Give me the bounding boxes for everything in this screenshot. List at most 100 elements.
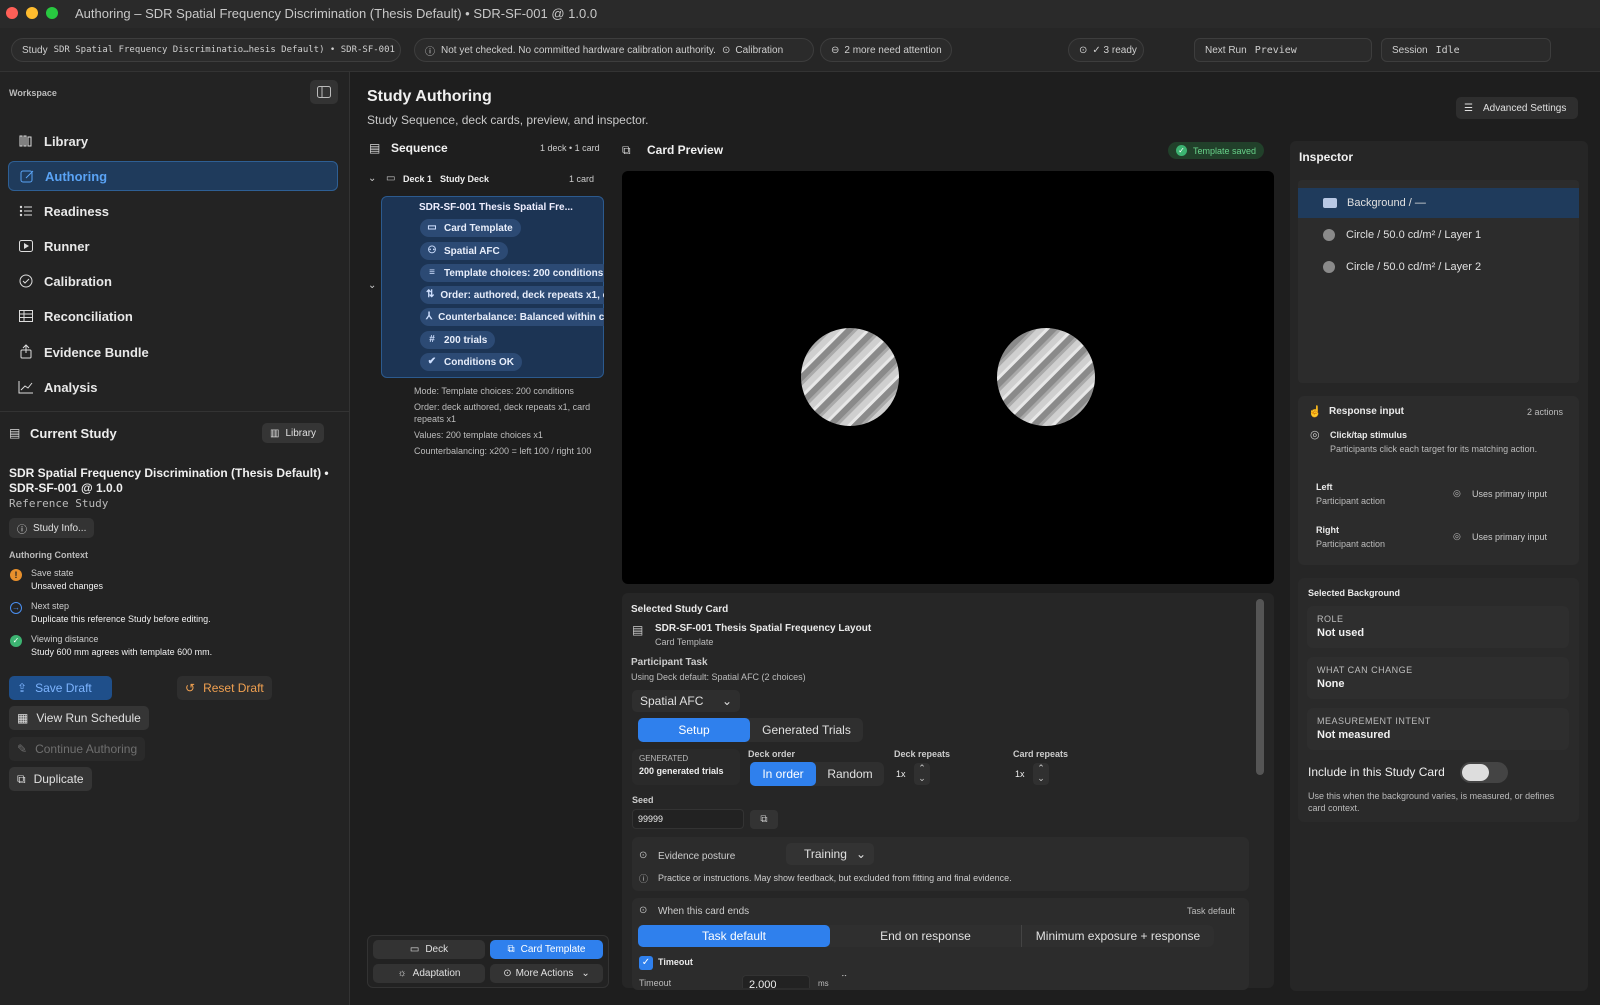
study-selector[interactable]: Study SDR Spatial Frequency Discriminati… bbox=[11, 38, 401, 62]
ready-badge[interactable]: ⊙ ✓ 3 ready bbox=[1068, 38, 1144, 62]
action-left-input[interactable]: Uses primary input bbox=[1472, 489, 1547, 499]
card-preview-title: Card Preview bbox=[647, 143, 724, 157]
study-card-item[interactable] bbox=[381, 196, 604, 378]
nav-runner[interactable]: Runner bbox=[8, 231, 338, 261]
nav-calibration[interactable]: Calibration bbox=[8, 266, 338, 296]
deck-name[interactable]: Study Deck bbox=[440, 174, 489, 184]
role-field[interactable]: ROLE Not used bbox=[1307, 606, 1569, 648]
evidence-posture-label: Evidence posture bbox=[658, 851, 736, 862]
copy-seed-button[interactable]: ⧉ bbox=[750, 810, 778, 829]
nav-library[interactable]: Library bbox=[8, 126, 338, 156]
timeout-input[interactable]: 2,000 bbox=[742, 975, 810, 988]
ellipsis-icon: ⊙ bbox=[503, 968, 512, 979]
card-template-button[interactable]: ⧉ Card Template bbox=[490, 940, 603, 959]
circle-icon bbox=[1323, 261, 1335, 273]
selected-card-kind: Card Template bbox=[655, 637, 714, 647]
session-field[interactable]: Session Idle bbox=[1381, 38, 1551, 62]
card-repeats-stepper[interactable]: ⌃ ⌄ bbox=[1033, 763, 1049, 785]
calibration-status[interactable]: ⓘ Not yet checked. No committed hardware… bbox=[414, 38, 814, 62]
end-task-default[interactable]: Task default bbox=[638, 925, 830, 947]
nav-reconciliation-label: Reconciliation bbox=[44, 308, 133, 324]
more-actions-button[interactable]: ⊙ More Actions ⌄ bbox=[490, 964, 603, 983]
nav-reconciliation[interactable]: Reconciliation bbox=[8, 301, 338, 331]
layer-label: Circle / 50.0 cd/m² / Layer 1 bbox=[1346, 229, 1482, 241]
measurement-intent-field[interactable]: MEASUREMENT INTENT Not measured bbox=[1307, 708, 1569, 750]
nav-evidence-bundle[interactable]: Evidence Bundle bbox=[8, 337, 338, 367]
include-note: Use this when the background varies, is … bbox=[1308, 791, 1555, 813]
close-window-button[interactable] bbox=[6, 7, 18, 19]
deck-button[interactable]: ▭ Deck bbox=[373, 940, 485, 959]
what-can-change-field[interactable]: WHAT CAN CHANGE None bbox=[1307, 657, 1569, 699]
chevron-down-icon[interactable]: ⌄ bbox=[368, 173, 376, 184]
task-select[interactable]: Spatial AFC ⌄ bbox=[632, 690, 740, 712]
selected-card-section-title: Selected Study Card bbox=[631, 604, 729, 615]
duplicate-button[interactable]: ⧉ Duplicate bbox=[9, 767, 92, 791]
chevron-down-icon[interactable]: ⌄ bbox=[368, 280, 376, 291]
layer-circle-2[interactable]: Circle / 50.0 cd/m² / Layer 2 bbox=[1298, 252, 1579, 282]
next-run-field[interactable]: Next Run Preview bbox=[1194, 38, 1372, 62]
include-toggle[interactable] bbox=[1460, 762, 1508, 783]
save-draft-button[interactable]: ⇪ Save Draft bbox=[9, 676, 112, 700]
order-in-order[interactable]: In order bbox=[750, 762, 816, 786]
card-ends-default: Task default bbox=[1187, 906, 1236, 916]
end-minimum-exposure[interactable]: Minimum exposure + response bbox=[1022, 925, 1214, 947]
folder-icon: ▭ bbox=[386, 173, 396, 184]
duplicate-icon: ⧉ bbox=[17, 771, 26, 786]
timeout-checkbox[interactable]: ✓ bbox=[639, 956, 653, 970]
deck-repeats-stepper[interactable]: ⌃ ⌄ bbox=[914, 763, 930, 785]
zoom-window-button[interactable] bbox=[46, 7, 58, 19]
calibration-icon bbox=[19, 274, 33, 288]
tap-icon: ◎ bbox=[1310, 429, 1320, 441]
action-right-name: Right bbox=[1316, 525, 1339, 535]
deck-repeats-label: Deck repeats bbox=[894, 749, 951, 759]
timeout-stepper[interactable]: ⌃ bbox=[840, 975, 848, 984]
save-icon: ⇪ bbox=[17, 681, 28, 695]
deck-index: Deck 1 bbox=[403, 174, 433, 184]
evidence-posture-select[interactable]: Training ⌄ bbox=[786, 843, 874, 865]
window-title: Authoring – SDR Spatial Frequency Discri… bbox=[75, 6, 598, 21]
template-icon: ⧉ bbox=[507, 944, 515, 955]
nav-readiness[interactable]: Readiness bbox=[8, 196, 338, 226]
sun-icon: ☼ bbox=[397, 968, 407, 979]
adaptation-button[interactable]: ☼ Adaptation bbox=[373, 964, 485, 983]
end-on-response[interactable]: End on response bbox=[830, 925, 1022, 947]
tap-icon: ◎ bbox=[1453, 531, 1461, 541]
reset-icon: ↺ bbox=[185, 681, 196, 695]
layer-background[interactable]: Background / — bbox=[1298, 188, 1579, 218]
left-grating-stimulus[interactable] bbox=[801, 328, 899, 426]
action-right-input[interactable]: Uses primary input bbox=[1472, 532, 1547, 542]
document-icon: ▤ bbox=[9, 426, 21, 440]
layer-circle-1[interactable]: Circle / 50.0 cd/m² / Layer 1 bbox=[1298, 220, 1579, 250]
advanced-settings-button[interactable]: ☰ Advanced Settings bbox=[1456, 97, 1578, 119]
info-icon: ⓘ bbox=[639, 874, 649, 884]
nav-calibration-label: Calibration bbox=[44, 273, 112, 289]
library-button[interactable]: ▥ Library bbox=[262, 423, 325, 443]
scrollbar-thumb[interactable] bbox=[1256, 599, 1264, 775]
card-ends-label: When this card ends bbox=[658, 906, 750, 917]
view-run-schedule-button[interactable]: ▦ View Run Schedule bbox=[9, 706, 149, 730]
include-label: Include in this Study Card bbox=[1308, 765, 1445, 779]
order-random[interactable]: Random bbox=[816, 762, 884, 786]
checklist-icon bbox=[19, 205, 32, 217]
nav-analysis[interactable]: Analysis bbox=[8, 372, 338, 402]
detail-order: Order: deck authored, deck repeats x1, c… bbox=[414, 402, 591, 424]
calibration-icon: ⊙ bbox=[721, 44, 731, 56]
change-label: WHAT CAN CHANGE bbox=[1317, 665, 1413, 675]
seed-input[interactable]: 99999 bbox=[632, 809, 744, 829]
minimize-window-button[interactable] bbox=[26, 7, 38, 19]
attention-badge[interactable]: ⊖ 2 more need attention bbox=[820, 38, 952, 62]
sidebar-toggle-button[interactable] bbox=[310, 80, 338, 104]
evidence-posture-note: Practice or instructions. May show feedb… bbox=[658, 873, 1012, 883]
schedule-icon: ▦ bbox=[17, 711, 29, 725]
tab-generated-trials[interactable]: Generated Trials bbox=[750, 718, 863, 742]
calibration-link[interactable]: Calibration bbox=[735, 45, 783, 56]
card-preview-canvas[interactable] bbox=[622, 171, 1274, 584]
study-info-button[interactable]: ⓘ Study Info... bbox=[9, 518, 95, 538]
reset-draft-button[interactable]: ↺ Reset Draft bbox=[177, 676, 272, 700]
sequence-summary: 1 deck • 1 card bbox=[540, 143, 600, 153]
continue-authoring-button[interactable]: ✎ Continue Authoring bbox=[9, 737, 146, 761]
nav-authoring[interactable]: Authoring bbox=[8, 161, 338, 191]
play-icon bbox=[19, 240, 33, 252]
tab-setup[interactable]: Setup bbox=[638, 718, 750, 742]
right-grating-stimulus[interactable] bbox=[997, 328, 1095, 426]
